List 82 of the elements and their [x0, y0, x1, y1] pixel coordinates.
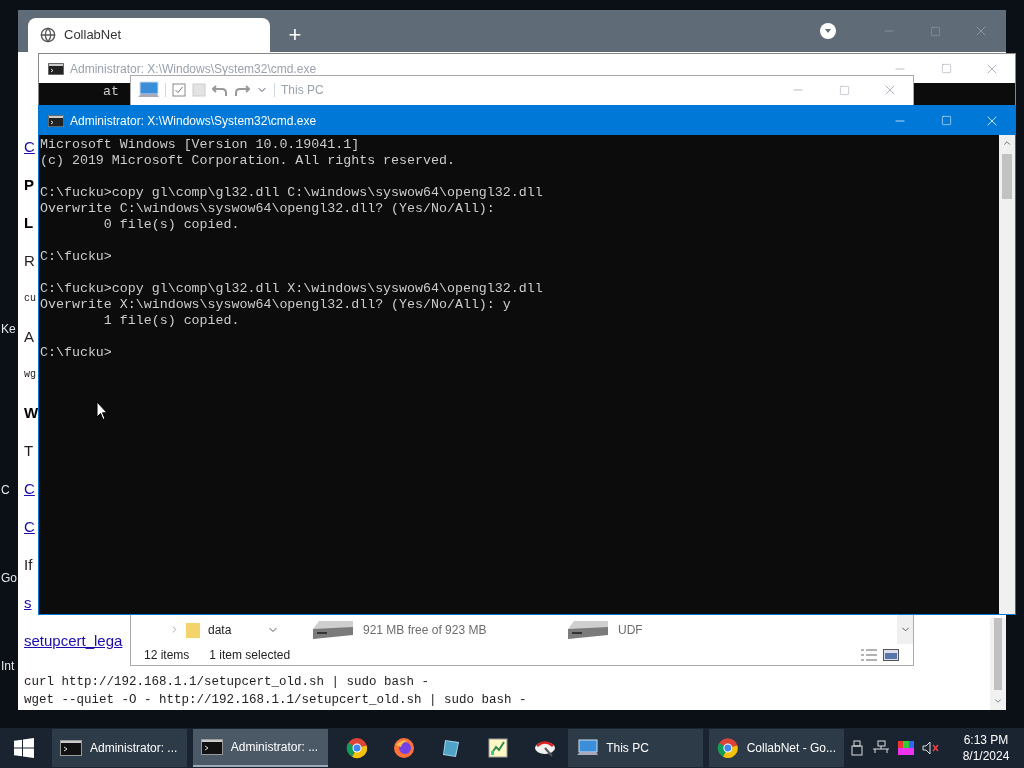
- desktop-icon-label[interactable]: Ke: [1, 320, 16, 338]
- console-scrollbar[interactable]: [999, 135, 1015, 614]
- properties-icon[interactable]: [172, 83, 186, 97]
- browser-tab[interactable]: CollabNet: [28, 18, 270, 52]
- drive-detail: UDF: [618, 621, 643, 639]
- page-link[interactable]: s: [24, 594, 32, 612]
- console-icon: [59, 740, 82, 756]
- code-line: wget --quiet -O - http://192.168.1.1/setupcert_old.sh | sudo bash -: [24, 692, 528, 708]
- computer-icon: [576, 739, 599, 757]
- details-view-icon[interactable]: [861, 648, 877, 661]
- selection-count: 1 item selected: [209, 646, 291, 664]
- mouse-pointer-icon: [96, 401, 108, 421]
- computer-icon: [137, 81, 159, 99]
- redo-icon[interactable]: [234, 83, 250, 97]
- console-line: 1 file(s) copied.: [102, 313, 241, 329]
- console-icon: [48, 62, 64, 75]
- taskbar-button[interactable]: Administrator: ...: [51, 729, 187, 767]
- code-text: wg: [24, 369, 36, 381]
- page-text: T: [24, 442, 34, 460]
- console-line: (c) 2019 Microsoft Corporation. All rights reserved.: [40, 153, 456, 169]
- code-text: cu: [24, 293, 36, 305]
- window-title: This PC: [281, 82, 324, 99]
- desktop-icon-label[interactable]: Int: [1, 657, 15, 675]
- maximize-icon[interactable]: [929, 25, 941, 37]
- chrome-icon[interactable]: [717, 737, 739, 759]
- maximize-icon[interactable]: [940, 63, 952, 74]
- scroll-down-icon[interactable]: [993, 696, 1003, 706]
- page-text: R: [24, 252, 35, 270]
- thumbnail-view-icon[interactable]: [883, 648, 899, 661]
- console-line: 0 file(s) copied.: [102, 217, 241, 233]
- new-tab-button[interactable]: +: [278, 18, 312, 52]
- taskbar-button[interactable]: This PC: [568, 729, 703, 767]
- scrollbar-thumb[interactable]: [1002, 154, 1012, 199]
- scrollbar-thumb[interactable]: [994, 618, 1002, 690]
- window-title: Administrator: X:\Windows\System32\cmd.exe: [70, 60, 317, 78]
- scroll-up-icon[interactable]: [1002, 138, 1012, 148]
- page-heading: P: [24, 176, 34, 194]
- globe-icon: [40, 27, 56, 43]
- page-scrollbar[interactable]: [990, 618, 1006, 710]
- chrome-icon[interactable]: [346, 737, 369, 759]
- drive-icon: [566, 618, 610, 641]
- page-text: A: [24, 328, 34, 346]
- code-line: curl http://192.168.1.1/setupcert_old.sh | sudo bash -: [24, 674, 431, 690]
- firefox-icon[interactable]: [392, 737, 415, 759]
- page-link[interactable]: C: [24, 480, 35, 498]
- clock[interactable]: 6:13 PM 8/1/2024: [948, 732, 1024, 764]
- page-heading: W: [24, 404, 39, 422]
- console-icon: [200, 739, 223, 755]
- console-line: at: [103, 84, 119, 100]
- chart-icon[interactable]: [486, 737, 509, 759]
- console-line: Microsoft Windows [Version 10.0.19041.1]: [40, 137, 361, 153]
- console-line: C:\fucku>: [40, 345, 113, 361]
- drive-icon: [311, 618, 355, 641]
- page-link[interactable]: C: [24, 138, 35, 156]
- profile-icon[interactable]: [820, 23, 836, 39]
- page-text: If: [24, 556, 33, 574]
- folder-icon: [186, 621, 200, 638]
- page-link[interactable]: setupcert_lega: [24, 632, 123, 650]
- page-heading: L: [24, 214, 34, 232]
- page-link[interactable]: C: [24, 518, 35, 536]
- taskbar-button[interactable]: Administrator: ...: [192, 729, 328, 767]
- taskbar-button[interactable]: CollabNet - Go...: [709, 729, 844, 767]
- console-line: Overwrite X:\windows\syswow64\opengl32.dll? (Yes/No/All): y: [40, 297, 512, 313]
- desktop-icon-label[interactable]: Go: [1, 569, 17, 587]
- muted-speaker-icon[interactable]: [922, 741, 940, 755]
- undo-icon[interactable]: [212, 83, 228, 97]
- console-line: Overwrite C:\windows\syswow64\opengl32.dll? (Yes/No/All):: [40, 201, 496, 217]
- display-icon[interactable]: [898, 741, 914, 755]
- console-icon: [48, 114, 64, 127]
- console-line: C:\fucku>copy gl\comp\gl32.dll C:\windows\syswow64\opengl32.dll: [40, 185, 544, 201]
- console-line: C:\fucku>copy gl\comp\gl32.dll X:\windows\syswow64\opengl32.dll: [40, 281, 544, 297]
- desktop-icon-label[interactable]: C: [1, 481, 10, 499]
- console-line: C:\fucku>: [40, 249, 113, 265]
- new-folder-icon[interactable]: [192, 83, 206, 97]
- network-icon[interactable]: [872, 740, 890, 756]
- maximize-icon[interactable]: [838, 84, 850, 96]
- item-count: 12 items: [144, 646, 190, 664]
- drive-detail: 921 MB free of 923 MB: [363, 621, 487, 639]
- nav-item[interactable]: data: [208, 620, 232, 639]
- windows-logo-icon[interactable]: [14, 738, 34, 758]
- content-scrollbar[interactable]: [897, 615, 913, 644]
- window-title: Administrator: X:\Windows\System32\cmd.exe: [70, 112, 317, 130]
